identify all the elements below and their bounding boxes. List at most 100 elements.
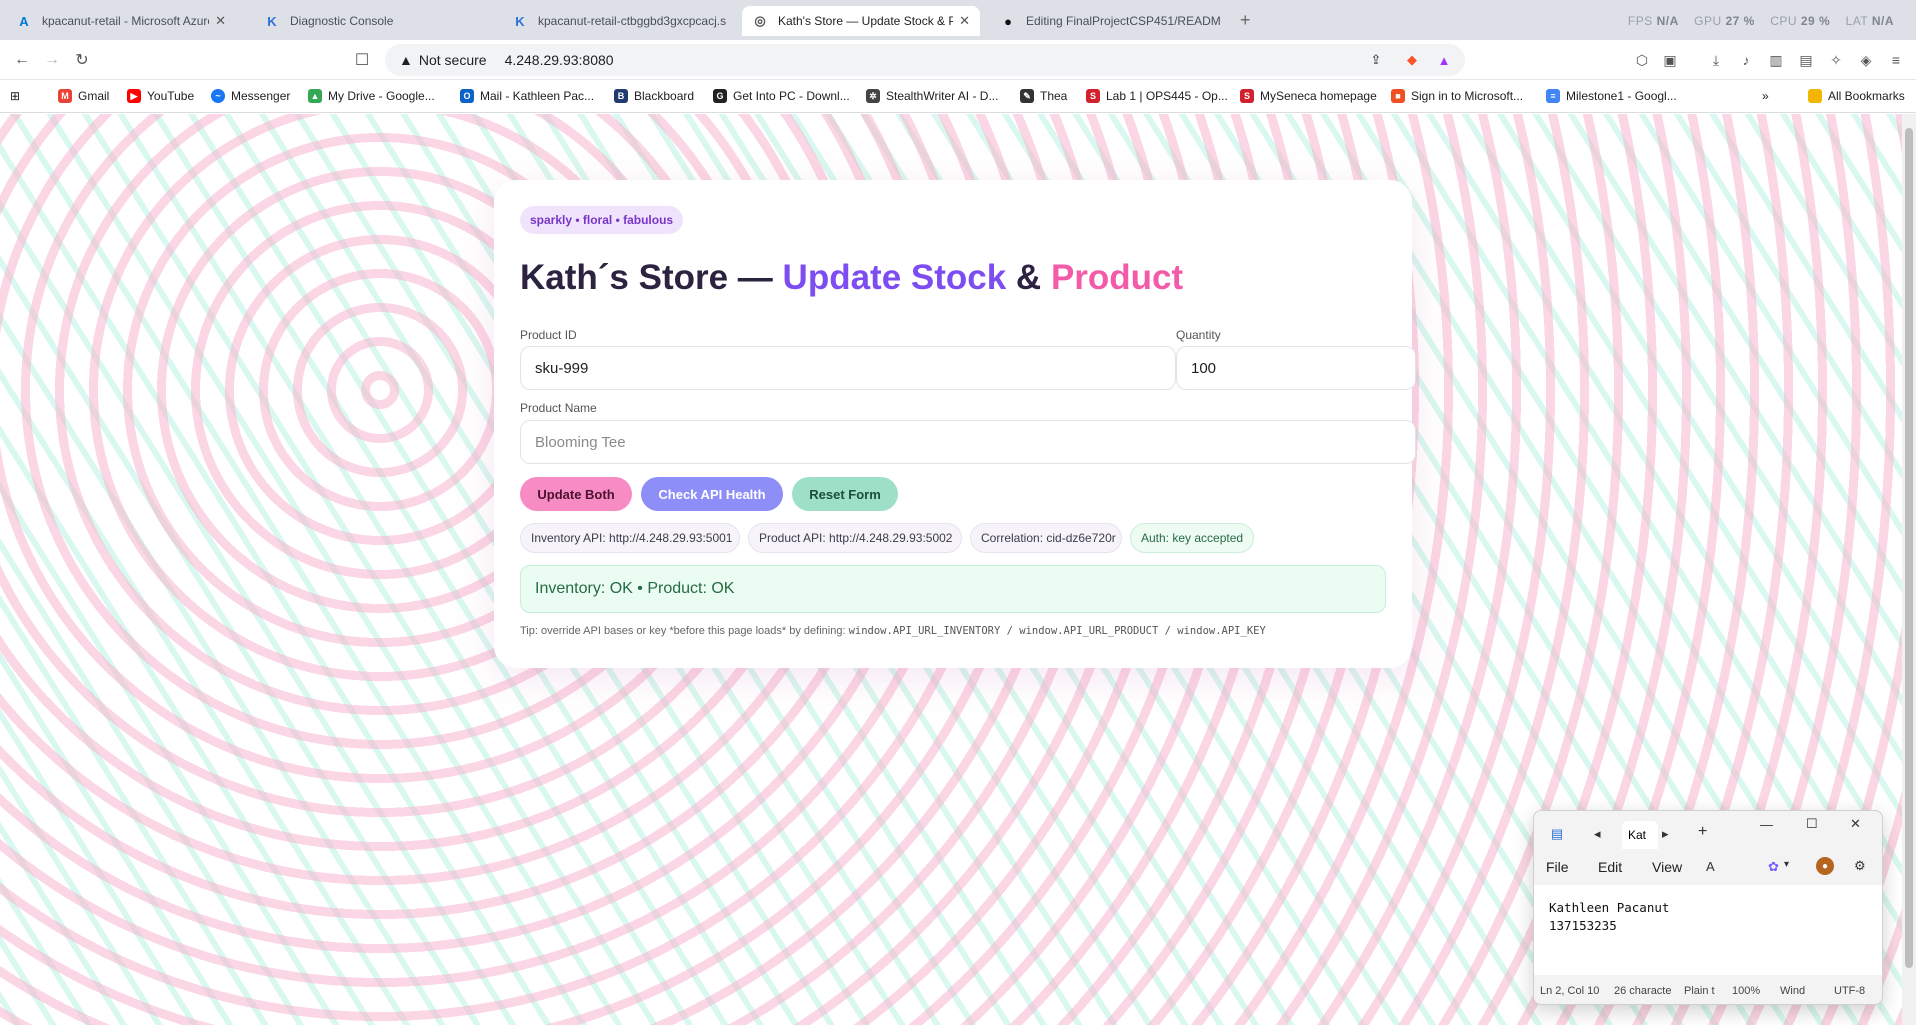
menu-view[interactable]: View	[1652, 859, 1682, 875]
copilot-icon[interactable]: ✿	[1768, 859, 1779, 875]
gmail-icon: M	[58, 89, 72, 103]
brave-rewards-icon[interactable]: ▲	[1435, 51, 1453, 69]
music-icon[interactable]: ♪	[1736, 50, 1756, 70]
menu-icon[interactable]: ≡	[1886, 50, 1906, 70]
format-icon[interactable]: A	[1706, 859, 1715, 874]
folder-icon	[1808, 89, 1822, 103]
stealthwriter-icon: ✲	[866, 89, 880, 103]
share-icon[interactable]: ⇪	[1367, 51, 1385, 69]
reset-form-button[interactable]: Reset Form	[792, 477, 898, 511]
notepad-tab[interactable]: Kat	[1622, 821, 1658, 849]
tab-kudu[interactable]: K kpacanut-retail-ctbggbd3gxcpcacj.sc	[502, 6, 736, 36]
globe-icon: ◎	[754, 13, 766, 28]
zoom-level: 100%	[1732, 985, 1761, 997]
scrollbar-thumb[interactable]	[1905, 128, 1913, 968]
apps-icon[interactable]: ⊞	[10, 89, 20, 103]
notepad-line: 137153235	[1549, 918, 1617, 933]
bookmark-milestone1[interactable]: ≡ Milestone1 - Googl...	[1546, 89, 1677, 103]
encoding: UTF-8	[1834, 985, 1866, 997]
product-api-chip: Product API: http://4.248.29.93:5002	[748, 523, 962, 553]
menu-edit[interactable]: Edit	[1598, 859, 1622, 875]
maximize-icon[interactable]: ☐	[1806, 816, 1818, 832]
blackboard-icon: B	[614, 89, 628, 103]
avatar[interactable]: ●	[1816, 857, 1834, 875]
split-view-icon[interactable]: ▥	[1766, 50, 1786, 70]
product-name-label: Product Name	[520, 401, 597, 415]
forward-icon[interactable]: →	[40, 48, 64, 72]
bookmark-lab1[interactable]: S Lab 1 | OPS445 - Op...	[1086, 89, 1228, 103]
new-tab-icon[interactable]: +	[1698, 823, 1707, 841]
minimize-icon[interactable]: —	[1760, 817, 1773, 832]
tab-scroll-right-icon[interactable]: ▸	[1662, 826, 1669, 842]
bookmark-youtube[interactable]: ▶ YouTube	[127, 89, 194, 103]
product-id-label: Product ID	[520, 328, 577, 342]
notepad-status-bar: Ln 2, Col 10 26 characte Plain t 100% Wi…	[1534, 978, 1882, 1004]
notepad-text-area[interactable]: Kathleen Pacanut 137153235	[1534, 885, 1882, 975]
download-icon[interactable]: ⤓	[1706, 50, 1726, 70]
leo-icon[interactable]: ✧	[1826, 50, 1846, 70]
tab-github[interactable]: ● Editing FinalProjectCSP451/README	[990, 6, 1230, 36]
address-bar[interactable]: ▲ Not secure 4.248.29.93:8080 ⇪ ◆ ▲	[385, 44, 1465, 76]
microsoft-icon: ■	[1391, 89, 1405, 103]
tip-text: Tip: override API bases or key *before t…	[520, 625, 1266, 637]
product-name-input[interactable]: Blooming Tee	[520, 420, 1416, 464]
all-bookmarks-folder[interactable]: All Bookmarks	[1808, 89, 1905, 103]
bookmarks-bar: ⊞ M Gmail ▶ YouTube ~ Messenger ▲ My Drive -…	[0, 81, 1916, 113]
tagline-pill: sparkly • floral • fabulous	[520, 206, 684, 234]
warning-icon: ▲	[399, 52, 413, 68]
reload-icon[interactable]: ↻	[70, 48, 94, 72]
close-icon[interactable]: ✕	[215, 13, 226, 29]
drive-icon: ▲	[308, 89, 322, 103]
check-api-health-button[interactable]: Check API Health	[641, 477, 783, 511]
bookmark-blackboard[interactable]: B Blackboard	[614, 89, 694, 103]
messenger-icon: ~	[211, 89, 225, 103]
bookmark-thea[interactable]: ✎ Thea	[1020, 89, 1067, 103]
status-message: Inventory: OK • Product: OK	[520, 565, 1386, 613]
feather-icon: ✎	[1020, 89, 1034, 103]
bookmark-gmail[interactable]: M Gmail	[58, 89, 109, 103]
tab-label: kpacanut-retail - Microsoft Azure	[42, 14, 210, 28]
kudu-icon: K	[267, 13, 277, 29]
tab-label: kpacanut-retail-ctbggbd3gxcpcacj.sc	[538, 14, 726, 28]
tab-diagnostic-console[interactable]: K Diagnostic Console	[254, 6, 494, 36]
new-tab-icon[interactable]: +	[1240, 10, 1251, 31]
vpn-icon[interactable]: ◈	[1856, 50, 1876, 70]
bookmark-messenger[interactable]: ~ Messenger	[211, 89, 290, 103]
bookmark-icon[interactable]: ☐	[350, 48, 374, 72]
page-scrollbar[interactable]	[1902, 114, 1916, 1025]
notepad-window: ▤ ◂ Kat ▸ + — ☐ ✕ File Edit View A ✿ ▾ ●…	[1533, 810, 1883, 1005]
update-both-button[interactable]: Update Both	[520, 477, 632, 511]
close-icon[interactable]: ✕	[1850, 816, 1861, 832]
tab-kaths-store[interactable]: ◎ Kath's Store — Update Stock & P ✕	[742, 6, 980, 36]
extensions-icon[interactable]: ⬡	[1632, 50, 1652, 70]
product-id-input[interactable]: sku-999	[520, 346, 1176, 390]
settings-icon[interactable]: ⚙	[1854, 858, 1866, 874]
bookmark-get-into-pc[interactable]: G Get Into PC - Downl...	[713, 89, 850, 103]
tab-scroll-left-icon[interactable]: ◂	[1594, 826, 1601, 842]
brave-shield-icon[interactable]: ◆	[1403, 51, 1421, 69]
azure-icon: A	[19, 13, 29, 29]
menu-file[interactable]: File	[1546, 859, 1569, 875]
page-title: Kath´s Store — Update Stock & Product	[520, 258, 1184, 297]
github-icon: ●	[1004, 13, 1012, 29]
tab-azure[interactable]: A kpacanut-retail - Microsoft Azure ✕	[6, 6, 236, 36]
tab-label: Editing FinalProjectCSP451/README	[1026, 14, 1220, 28]
close-icon[interactable]: ✕	[959, 13, 970, 29]
wallet-icon[interactable]: ▤	[1796, 50, 1816, 70]
seneca-icon: S	[1086, 89, 1100, 103]
character-count: 26 characte	[1614, 985, 1672, 997]
bookmark-myseneca[interactable]: S MySeneca homepage	[1240, 89, 1377, 103]
bookmark-my-drive[interactable]: ▲ My Drive - Google...	[308, 89, 435, 103]
sidebar-icon[interactable]: ▣	[1660, 50, 1680, 70]
quantity-label: Quantity	[1176, 328, 1221, 342]
chevron-down-icon[interactable]: ▾	[1784, 859, 1789, 870]
not-secure-indicator[interactable]: ▲ Not secure	[399, 52, 487, 68]
bookmark-microsoft[interactable]: ■ Sign in to Microsoft...	[1391, 89, 1523, 103]
url-text: 4.248.29.93:8080	[504, 52, 614, 68]
quantity-input[interactable]: 100	[1176, 346, 1416, 390]
tip-code: window.API_URL_INVENTORY / window.API_UR…	[848, 625, 1266, 637]
bookmark-stealthwriter[interactable]: ✲ StealthWriter AI - D...	[866, 89, 998, 103]
bookmark-mail[interactable]: O Mail - Kathleen Pac...	[460, 89, 594, 103]
more-bookmarks-icon[interactable]: »	[1762, 89, 1769, 103]
back-icon[interactable]: ←	[10, 48, 34, 72]
